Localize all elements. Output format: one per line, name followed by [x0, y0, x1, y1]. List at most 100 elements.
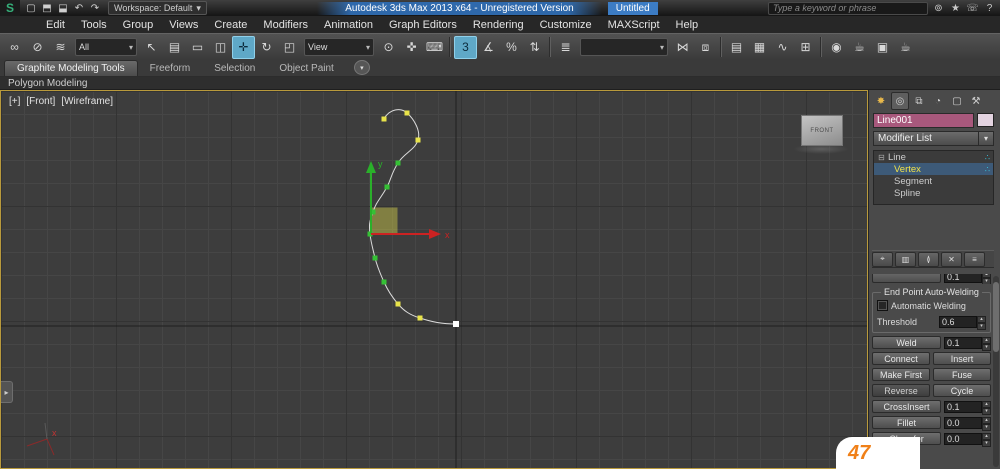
tab-object-paint[interactable]: Object Paint: [267, 61, 345, 76]
fillet-button[interactable]: Fillet: [872, 416, 941, 429]
panel-scrollbar[interactable]: [993, 276, 999, 467]
open-file-icon[interactable]: ⬒: [40, 2, 54, 15]
tab-hierarchy-icon[interactable]: ⧉: [910, 92, 928, 110]
spinner-down-icon[interactable]: ▾: [982, 277, 991, 284]
curve-editor-icon[interactable]: ∿: [771, 36, 794, 59]
spline-vertex[interactable]: [453, 321, 459, 327]
spinner-down-icon[interactable]: ▾: [982, 343, 991, 351]
edit-named-selection-sets-icon[interactable]: ≣: [554, 36, 577, 59]
automatic-welding-checkbox[interactable]: [877, 300, 888, 311]
menu-group[interactable]: Group: [115, 19, 162, 31]
keyboard-shortcut-override-icon[interactable]: ⌨: [423, 36, 446, 59]
spinner-arrows[interactable]: ▴▾: [982, 400, 991, 415]
fillet-spinner[interactable]: 0.0 ▴ ▾: [944, 416, 991, 431]
menu-create[interactable]: Create: [206, 19, 255, 31]
viewport-menu-plus[interactable]: [+]: [9, 96, 20, 107]
select-and-manipulate-icon[interactable]: ✜: [400, 36, 423, 59]
spline-vertex[interactable]: [404, 110, 410, 116]
spline-vertex[interactable]: [417, 315, 423, 321]
object-name-field[interactable]: Line001: [873, 112, 974, 128]
tab-freeform[interactable]: Freeform: [138, 61, 203, 76]
viewport-canvas[interactable]: y x x: [1, 91, 867, 468]
menu-maxscript[interactable]: MAXScript: [600, 19, 668, 31]
render-setup-icon[interactable]: ☕: [848, 36, 871, 59]
stack-row-segment[interactable]: Segment: [874, 175, 993, 187]
tab-modify-icon[interactable]: ◎: [891, 92, 909, 110]
undo-icon[interactable]: ↶: [72, 2, 86, 15]
viewcube[interactable]: FRONT: [801, 115, 843, 146]
save-file-icon[interactable]: ⬓: [56, 2, 70, 15]
graphite-ribbon-toggle-icon[interactable]: ▦: [748, 36, 771, 59]
spinner-arrows[interactable]: ▴▾: [982, 274, 991, 284]
insert-button[interactable]: Insert: [933, 352, 991, 365]
spinner-arrows[interactable]: ▴▾: [982, 336, 991, 351]
weld-spinner[interactable]: 0.1 ▴ ▾: [944, 336, 991, 351]
select-and-move-icon[interactable]: ✛: [232, 35, 255, 59]
polygon-modeling-panel-title[interactable]: Polygon Modeling: [8, 78, 88, 89]
spline-vertex[interactable]: [384, 184, 390, 190]
weld-button[interactable]: Weld: [872, 336, 941, 349]
chevron-down-icon[interactable]: ▾: [979, 131, 994, 146]
spinner-arrows[interactable]: ▴▾: [982, 432, 991, 447]
modifier-list-dropdown[interactable]: Modifier List: [873, 131, 979, 146]
spinner-up-icon[interactable]: ▴: [977, 315, 986, 323]
tab-selection[interactable]: Selection: [202, 61, 267, 76]
pin-stack-icon[interactable]: ⌖: [872, 251, 893, 267]
clipped-spinner[interactable]: 0.1 ▴▾: [944, 274, 991, 284]
tab-motion-icon[interactable]: ◔: [929, 92, 947, 110]
viewport-front[interactable]: [+] [Front] [Wireframe] y x x FRONT ▸: [0, 90, 868, 469]
viewcube-front-face[interactable]: FRONT: [810, 128, 833, 134]
spline-vertex[interactable]: [381, 116, 387, 122]
tab-display-icon[interactable]: ▢: [948, 92, 966, 110]
show-end-result-icon[interactable]: ▥: [895, 251, 916, 267]
select-and-rotate-icon[interactable]: ↻: [255, 36, 278, 59]
select-and-scale-icon[interactable]: ◰: [278, 36, 301, 59]
spinner-down-icon[interactable]: ▾: [982, 407, 991, 415]
menu-tools[interactable]: Tools: [73, 19, 115, 31]
percent-snap-toggle-icon[interactable]: %: [500, 36, 523, 59]
spinner-down-icon[interactable]: ▾: [982, 423, 991, 431]
favorites-icon[interactable]: ★: [949, 3, 962, 14]
search-input[interactable]: Type a keyword or phrase: [768, 1, 928, 15]
make-first-button[interactable]: Make First: [872, 368, 930, 381]
menu-customize[interactable]: Customize: [532, 19, 600, 31]
reference-coordinate-dropdown[interactable]: View ▾: [304, 38, 374, 56]
layer-manager-icon[interactable]: ▤: [725, 36, 748, 59]
spline-vertex[interactable]: [372, 255, 378, 261]
use-pivot-point-center-icon[interactable]: ⊙: [377, 36, 400, 59]
mirror-icon[interactable]: ⋈: [671, 36, 694, 59]
spinner-snap-toggle-icon[interactable]: ⇅: [523, 36, 546, 59]
menu-animation[interactable]: Animation: [316, 19, 381, 31]
spinner-arrows[interactable]: ▴▾: [982, 416, 991, 431]
tab-utilities-icon[interactable]: ⚒: [967, 92, 985, 110]
bind-to-space-warp-icon[interactable]: ≋: [49, 36, 72, 59]
help-icon[interactable]: ?: [983, 3, 996, 14]
cross-insert-button[interactable]: CrossInsert: [872, 400, 941, 413]
make-unique-icon[interactable]: ≬: [918, 251, 939, 267]
selection-filter-dropdown[interactable]: All ▾: [75, 38, 137, 56]
threshold-spinner[interactable]: 0.6 ▴ ▾: [939, 315, 986, 330]
workspace-dropdown[interactable]: Workspace: Default ▾: [108, 1, 207, 15]
connect-button[interactable]: Connect: [872, 352, 930, 365]
spinner-up-icon[interactable]: ▴: [982, 336, 991, 344]
rectangular-selection-region-icon[interactable]: ▭: [186, 36, 209, 59]
spinner-up-icon[interactable]: ▴: [982, 400, 991, 408]
sign-in-icon[interactable]: ⊚: [932, 3, 945, 14]
menu-rendering[interactable]: Rendering: [465, 19, 532, 31]
fuse-button[interactable]: Fuse: [933, 368, 991, 381]
unlink-selection-icon[interactable]: ⊘: [26, 36, 49, 59]
object-color-swatch[interactable]: [977, 113, 994, 127]
communication-center-icon[interactable]: ☏: [966, 3, 979, 14]
menu-modifiers[interactable]: Modifiers: [255, 19, 316, 31]
viewport-menu-shading[interactable]: [Wireframe]: [61, 96, 113, 107]
angle-snap-toggle-icon[interactable]: ∡: [477, 36, 500, 59]
snaps-toggle-icon[interactable]: 3: [454, 35, 477, 59]
viewport-menu-view[interactable]: [Front]: [26, 96, 55, 107]
menu-edit[interactable]: Edit: [38, 19, 73, 31]
menu-help[interactable]: Help: [668, 19, 707, 31]
rendered-frame-window-icon[interactable]: ▣: [871, 36, 894, 59]
spinner-down-icon[interactable]: ▾: [982, 439, 991, 447]
spinner-up-icon[interactable]: ▴: [982, 432, 991, 440]
spline-vertex[interactable]: [381, 279, 387, 285]
cross-insert-spinner[interactable]: 0.1 ▴ ▾: [944, 400, 991, 415]
